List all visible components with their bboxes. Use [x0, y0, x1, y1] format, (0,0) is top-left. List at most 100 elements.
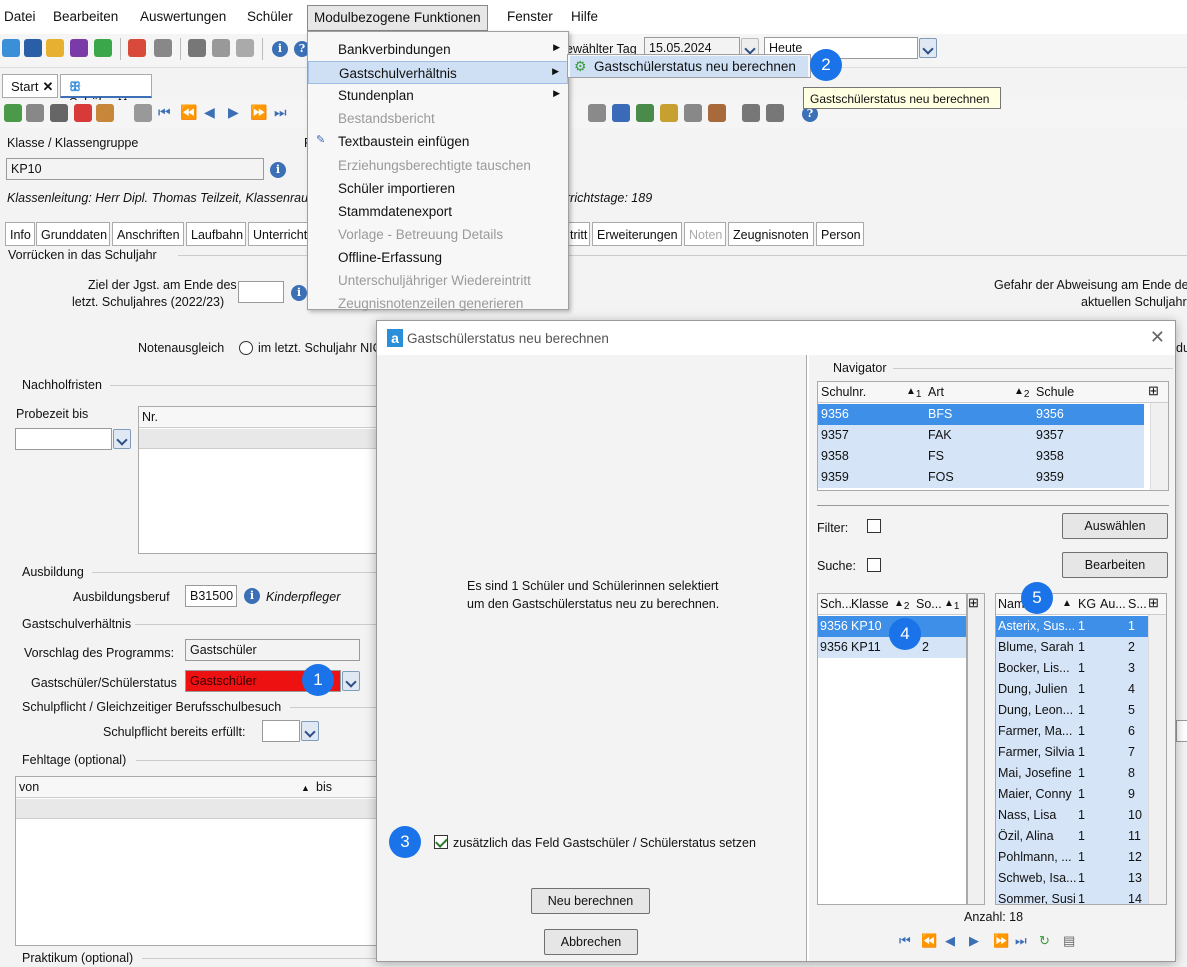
column-chooser-icon[interactable]: ⊞ — [1148, 595, 1159, 611]
table-row[interactable]: Özil, Alina 1 11 — [996, 826, 1148, 847]
table-row[interactable]: Mai, Josefine 1 8 — [996, 763, 1148, 784]
table-row[interactable]: Dung, Julien 1 4 — [996, 679, 1148, 700]
menu-bearbeiten[interactable]: Bearbeiten — [53, 9, 118, 24]
home-alt-icon[interactable] — [766, 104, 784, 122]
book-icon[interactable] — [128, 39, 146, 57]
table-row[interactable]: Pohlmann, ... 1 12 — [996, 847, 1148, 868]
klassen-scrollbar[interactable]: ⊞ — [967, 593, 985, 905]
kg-col-header[interactable]: KG — [1078, 597, 1096, 611]
edit-icon[interactable] — [96, 104, 114, 122]
new-icon[interactable] — [4, 104, 22, 122]
menu-item-gastschulverhältnis[interactable]: Gastschulverhältnis ▶ — [308, 61, 568, 85]
tab-zeugnisnoten[interactable]: Zeugnisnoten — [728, 222, 814, 246]
list-icon[interactable]: ▤ — [1063, 933, 1075, 949]
folder-icon[interactable] — [660, 104, 678, 122]
info-icon[interactable]: i — [244, 588, 260, 604]
s-col-header[interactable]: S... — [1128, 597, 1147, 611]
tab-start[interactable]: Start ✕ — [2, 74, 58, 98]
menu-datei[interactable]: Datei — [4, 9, 36, 24]
card-icon[interactable] — [684, 104, 702, 122]
menu-item-gastschuelerstatus-neu-berechnen[interactable]: ⚙ Gastschülerstatus neu berechnen — [570, 56, 808, 77]
printer-icon[interactable] — [154, 39, 172, 57]
export-icon[interactable] — [188, 39, 206, 57]
tab-wiedereintritt[interactable]: tritt — [566, 222, 590, 246]
schulnr-header[interactable]: Schulnr. — [821, 385, 866, 399]
probezeit-field[interactable] — [15, 428, 112, 450]
export-icon[interactable] — [588, 104, 606, 122]
info-icon[interactable]: i — [270, 162, 286, 178]
first-record-icon[interactable]: ⏮ — [899, 933, 911, 949]
table-row[interactable]: Maier, Conny 1 9 — [996, 784, 1148, 805]
undo-icon[interactable] — [50, 104, 68, 122]
abbrechen-button[interactable]: Abbrechen — [544, 929, 638, 955]
next-page-icon[interactable]: ⏩ — [250, 104, 267, 121]
close-icon[interactable]: ✕ — [42, 79, 53, 94]
schulpflicht-field[interactable] — [262, 720, 300, 742]
table-row[interactable]: Asterix, Sus... 1 1 — [996, 616, 1148, 637]
status-dropdown[interactable] — [342, 671, 360, 691]
column-chooser-icon[interactable]: ⊞ — [968, 595, 979, 611]
neu-berechnen-button[interactable]: Neu berechnen — [531, 888, 650, 914]
table-row[interactable]: 9359 FOS 9359 — [818, 467, 1144, 488]
tab-info[interactable]: Info — [5, 222, 35, 246]
photo-icon[interactable] — [708, 104, 726, 122]
table-row[interactable]: 9356 BFS 9356 — [818, 404, 1144, 425]
refresh-icon[interactable]: ↻ — [1039, 933, 1050, 949]
next-record-icon[interactable]: ▶ — [969, 933, 979, 949]
tab-schueler[interactable]: ꕥ Schüler✕ — [60, 74, 152, 110]
scrollbar[interactable] — [1150, 403, 1168, 490]
table-row[interactable]: Bocker, Lis... 1 3 — [996, 658, 1148, 679]
column-chooser-icon[interactable]: ⊞ — [1148, 383, 1159, 399]
table-row[interactable]: Farmer, Ma... 1 6 — [996, 721, 1148, 742]
next-page-icon[interactable]: ⏩ — [993, 933, 1009, 949]
ziel-field[interactable] — [238, 281, 284, 303]
tab-person[interactable]: Person — [816, 222, 864, 246]
tab-unterricht[interactable]: Unterricht — [248, 222, 308, 246]
table-row[interactable]: Sommer, Susi 1 14 — [996, 889, 1148, 904]
home-icon[interactable] — [742, 104, 760, 122]
schule-header[interactable]: Schule — [1036, 385, 1074, 399]
delete-icon[interactable] — [74, 104, 92, 122]
board-icon[interactable] — [94, 39, 112, 57]
menu-item-textbaustein-einfügen[interactable]: Textbaustein einfügen ✎ — [308, 130, 568, 153]
klasse-col-header[interactable]: Klasse — [851, 597, 889, 611]
last-record-icon[interactable]: ⏭ — [1015, 933, 1027, 949]
menu-hilfe[interactable]: Hilfe — [571, 9, 598, 24]
suche-checkbox[interactable] — [867, 558, 881, 572]
tab-grunddaten[interactable]: Grunddaten — [36, 222, 110, 246]
menu-fenster[interactable]: Fenster — [507, 9, 553, 24]
prev-record-icon[interactable]: ◀ — [945, 933, 955, 949]
menu-schueler[interactable]: Schüler — [247, 9, 293, 24]
menu-item-schüler-importieren[interactable]: Schüler importieren — [308, 177, 568, 200]
sort-icon[interactable] — [636, 104, 654, 122]
close-icon[interactable]: ✕ — [1150, 327, 1165, 348]
tab-anschriften[interactable]: Anschriften — [112, 222, 184, 246]
person-icon[interactable] — [612, 104, 630, 122]
chat-icon[interactable] — [70, 39, 88, 57]
save-icon[interactable] — [26, 104, 44, 122]
lightning-icon[interactable] — [236, 39, 254, 57]
group-icon[interactable] — [46, 39, 64, 57]
schule-col-header[interactable]: Sch... — [820, 597, 852, 611]
menu-item-stundenplan[interactable]: Stundenplan ▶ — [308, 84, 568, 107]
scrollbar[interactable] — [1148, 615, 1166, 904]
von-header[interactable]: von — [19, 780, 39, 794]
probezeit-dropdown[interactable] — [113, 429, 131, 449]
table-row[interactable]: Schweb, Isa... 1 13 — [996, 868, 1148, 889]
table-row[interactable]: 9358 FS 9358 — [818, 446, 1144, 467]
menu-modulbezogene-funktionen[interactable]: Modulbezogene Funktionen — [307, 5, 488, 31]
auswaehlen-button[interactable]: Auswählen — [1062, 513, 1168, 539]
au-col-header[interactable]: Au... — [1100, 597, 1126, 611]
klasse-field[interactable]: KP10 — [6, 158, 264, 180]
set-status-checkbox[interactable] — [434, 835, 448, 849]
ausbildungsberuf-code[interactable]: B31500 — [185, 585, 237, 607]
table-row[interactable]: Nass, Lisa 1 10 — [996, 805, 1148, 826]
table-row[interactable]: Blume, Sarah 1 2 — [996, 637, 1148, 658]
filter-checkbox[interactable] — [867, 519, 881, 533]
bus-icon[interactable] — [24, 39, 42, 57]
menu-item-offline-erfassung[interactable]: Offline-Erfassung — [308, 246, 568, 269]
bis-header[interactable]: bis — [316, 780, 332, 794]
menu-auswertungen[interactable]: Auswertungen — [140, 9, 226, 24]
copy-icon[interactable] — [134, 104, 152, 122]
heute-dropdown-button[interactable] — [919, 38, 937, 58]
